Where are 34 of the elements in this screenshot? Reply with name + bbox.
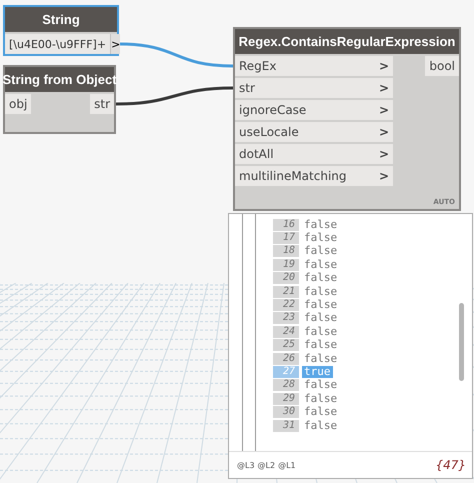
output-port[interactable]: > [110, 34, 120, 54]
list-item[interactable]: 17 false [273, 231, 340, 245]
level-label[interactable]: @L3 [237, 460, 255, 470]
level-label[interactable]: @L1 [278, 460, 296, 470]
list-item[interactable]: 31 false [273, 418, 340, 432]
list-item[interactable]: 19 false [273, 258, 340, 272]
list-item[interactable]: 28 false [273, 378, 340, 392]
input-port[interactable]: dotAll > [235, 144, 393, 164]
item-count: {47} [435, 458, 466, 472]
list-item[interactable]: 20 false [273, 272, 340, 285]
list-item[interactable]: 21 false [273, 284, 340, 298]
level-label[interactable]: @L2 [258, 460, 276, 470]
input-port[interactable]: obj [5, 94, 32, 114]
input-port[interactable]: multilineMatching > [235, 166, 393, 186]
scrollbar-thumb[interactable] [459, 303, 464, 381]
node-title: String [5, 7, 117, 32]
string-value-field[interactable]: [\u4E00-\u9FFF]+ [5, 34, 110, 54]
list-item[interactable]: 26 false [273, 352, 340, 366]
input-port[interactable]: ignoreCase > [235, 100, 393, 120]
list-item[interactable]: 25 false [273, 338, 340, 352]
list-item[interactable]: 23 false [273, 312, 340, 326]
input-port[interactable]: str > [235, 78, 393, 98]
list-item[interactable]: 16 false [273, 218, 340, 232]
input-port[interactable]: RegEx > [235, 56, 393, 76]
list-item[interactable]: 29 false [273, 392, 340, 406]
input-port[interactable]: useLocale > [235, 122, 393, 142]
node-card[interactable]: String [\u4E00-\u9FFF]+ > [3, 5, 119, 56]
list-item[interactable]: 22 false [273, 298, 340, 312]
list-item[interactable]: 18 false [273, 244, 340, 258]
list-item[interactable]: 30 false [273, 405, 340, 419]
output-port[interactable]: str [90, 94, 114, 114]
output-port[interactable]: bool [425, 56, 459, 76]
list-item[interactable]: 24 false [273, 325, 340, 339]
node-title: Regex.ContainsRegularExpression [235, 29, 459, 54]
